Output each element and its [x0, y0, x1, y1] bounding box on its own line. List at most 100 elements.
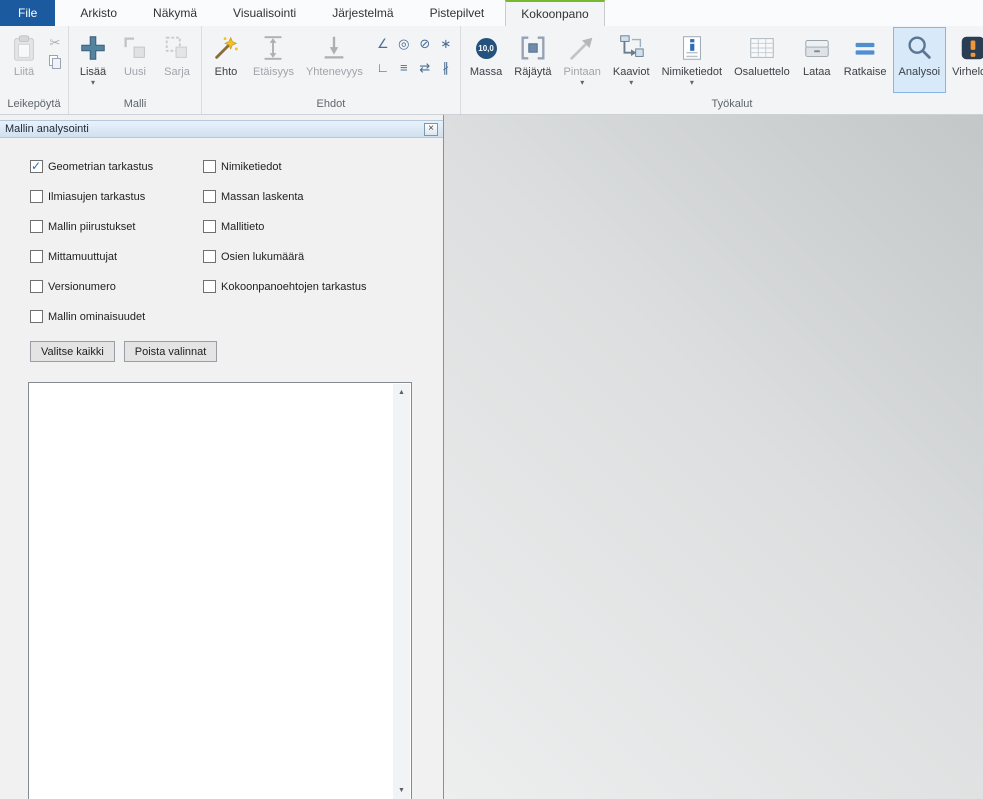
tab-arkisto[interactable]: Arkisto [65, 0, 132, 26]
load-button[interactable]: Lataa [796, 27, 838, 93]
checkbox-box[interactable] [203, 190, 216, 203]
pattern-constraint-button[interactable]: ∗ [436, 34, 456, 53]
new-button[interactable]: Uusi [114, 27, 156, 93]
schematics-button[interactable]: Kaaviot ▾ [607, 27, 656, 93]
checkbox-nimiketiedot[interactable]: Nimiketiedot [203, 160, 367, 173]
checkbox-label: Nimiketiedot [221, 161, 282, 173]
checkbox-geometrian-tarkastus[interactable]: Geometrian tarkastus [30, 160, 203, 173]
checkbox-box[interactable] [30, 190, 43, 203]
paste-button[interactable]: Liitä [3, 27, 45, 93]
checkbox-box[interactable] [203, 280, 216, 293]
solve-equals-icon [850, 31, 880, 65]
checkbox-label: Kokoonpanoehtojen tarkastus [221, 281, 367, 293]
checkbox-versionumero[interactable]: Versionumero [30, 280, 203, 293]
checkbox-ilmiasujen-tarkastus[interactable]: Ilmiasujen tarkastus [30, 190, 203, 203]
antiparallel-constraint-button[interactable]: ∦ [436, 58, 456, 77]
checkbox-box[interactable] [203, 160, 216, 173]
mass-value-badge: 10,0 [476, 38, 497, 59]
perpendicular-constraint-button[interactable]: ∟ [373, 58, 393, 77]
checkbox-label: Geometrian tarkastus [48, 161, 153, 173]
ribbon-group-malli: Lisää ▾ Uusi Sarja Malli [69, 26, 202, 114]
cut-button[interactable]: ✂ [45, 33, 65, 52]
angle-constraint-button[interactable]: ∠ [373, 34, 393, 53]
parts-list-button[interactable]: Osaluettelo [728, 27, 796, 93]
checkbox-box[interactable] [30, 310, 43, 323]
checkbox-osien-lukumaara[interactable]: Osien lukumäärä [203, 250, 367, 263]
ribbon-group-leikepoyta: Liitä ✂ Leikepöytä [0, 26, 69, 114]
tangent-constraint-button[interactable]: ⊘ [415, 34, 435, 53]
select-all-button[interactable]: Valitse kaikki [30, 341, 115, 362]
angle-constraint-icon: ∠ [377, 37, 389, 50]
tab-nakyma[interactable]: Näkymä [138, 0, 212, 26]
magnifier-icon [904, 31, 934, 65]
tab-pistepilvet[interactable]: Pistepilvet [415, 0, 500, 26]
error-log-button[interactable]: Virheloki [946, 27, 983, 93]
app-window: File Arkisto Näkymä Visualisointi Järjes… [0, 0, 983, 799]
drawer-icon [802, 31, 832, 65]
dropdown-arrow-icon: ▾ [629, 79, 633, 86]
checkbox-massan-laskenta[interactable]: Massan laskenta [203, 190, 367, 203]
mass-button[interactable]: 10,0 Massa [464, 27, 508, 93]
condition-button[interactable]: Ehto [205, 27, 247, 93]
checkbox-box[interactable] [203, 220, 216, 233]
item-data-button[interactable]: Nimiketiedot ▾ [656, 27, 729, 93]
to-surface-arrow-icon [567, 31, 597, 65]
checkbox-box[interactable] [30, 250, 43, 263]
checkbox-mallitieto[interactable]: Mallitieto [203, 220, 367, 233]
3d-viewport[interactable] [444, 115, 983, 799]
concentric-constraint-button[interactable]: ◎ [394, 34, 414, 53]
checkbox-mallin-piirustukset[interactable]: Mallin piirustukset [30, 220, 203, 233]
clear-selection-button[interactable]: Poista valinnat [124, 341, 218, 362]
solve-button[interactable]: Ratkaise [838, 27, 893, 93]
checkbox-label: Massan laskenta [221, 191, 304, 203]
to-surface-button[interactable]: Pintaan ▾ [558, 27, 607, 93]
scroll-up-button[interactable]: ▲ [393, 384, 410, 401]
checkbox-label: Mittamuuttujat [48, 251, 117, 263]
tab-file[interactable]: File [0, 0, 55, 26]
group-label-ehdot: Ehdot [205, 95, 457, 114]
coincidence-icon [319, 31, 349, 65]
schematics-icon [616, 31, 646, 65]
checkbox-box[interactable] [203, 250, 216, 263]
opposite-constraint-icon: ⇄ [419, 61, 430, 74]
dropdown-arrow-icon: ▾ [580, 79, 584, 86]
copy-button[interactable] [45, 55, 65, 74]
copy-icon [47, 54, 63, 75]
tab-jarjestelma[interactable]: Järjestelmä [317, 0, 408, 26]
tab-visualisointi[interactable]: Visualisointi [218, 0, 311, 26]
distance-constraint-button[interactable]: Etäisyys [247, 27, 300, 93]
checkbox-mittamuuttujat[interactable]: Mittamuuttujat [30, 250, 203, 263]
item-info-icon [677, 31, 707, 65]
opposite-constraint-button[interactable]: ⇄ [415, 58, 435, 77]
checkbox-mallin-ominaisuudet[interactable]: Mallin ominaisuudet [30, 310, 203, 323]
checkbox-box[interactable] [30, 220, 43, 233]
checkbox-label: Ilmiasujen tarkastus [48, 191, 145, 203]
checkbox-kokoonpanoehtojen-tarkastus[interactable]: Kokoonpanoehtojen tarkastus [203, 280, 367, 293]
scroll-down-button[interactable]: ▼ [393, 782, 410, 799]
antiparallel-constraint-icon: ∦ [443, 61, 450, 74]
dropdown-arrow-icon: ▾ [91, 79, 95, 86]
add-part-button[interactable]: Lisää ▾ [72, 27, 114, 93]
checkbox-box[interactable] [30, 280, 43, 293]
checkbox-label: Mallin piirustukset [48, 221, 135, 233]
ribbon-tab-bar: File Arkisto Näkymä Visualisointi Järjes… [0, 0, 983, 26]
series-button[interactable]: Sarja [156, 27, 198, 93]
constraint-icons-grid: ∠ ◎ ⊘ ∗ ∟ ≡ ⇄ ∦ [373, 34, 457, 82]
listbox-scrollbar[interactable]: ▲ ▼ [393, 384, 410, 799]
panel-close-button[interactable]: × [424, 123, 438, 136]
group-label-tyokalut: Työkalut [464, 95, 983, 114]
scrollbar-track[interactable] [393, 401, 410, 782]
checkbox-box[interactable] [30, 160, 43, 173]
checkbox-label: Osien lukumäärä [221, 251, 304, 263]
analysis-results-list[interactable]: ▲ ▼ [28, 382, 412, 799]
analyze-button[interactable]: Analysoi [893, 27, 947, 93]
explode-icon [518, 31, 548, 65]
explode-button[interactable]: Räjäytä [508, 27, 557, 93]
coincidence-constraint-button[interactable]: Yhtenevyys [300, 27, 369, 93]
tangent-constraint-icon: ⊘ [419, 37, 430, 50]
parallel-constraint-button[interactable]: ≡ [394, 58, 414, 77]
new-icon [120, 31, 150, 65]
group-label-leikepoyta: Leikepöytä [3, 95, 65, 114]
pattern-constraint-icon: ∗ [440, 37, 451, 50]
tab-kokoonpano[interactable]: Kokoonpano [505, 0, 604, 26]
